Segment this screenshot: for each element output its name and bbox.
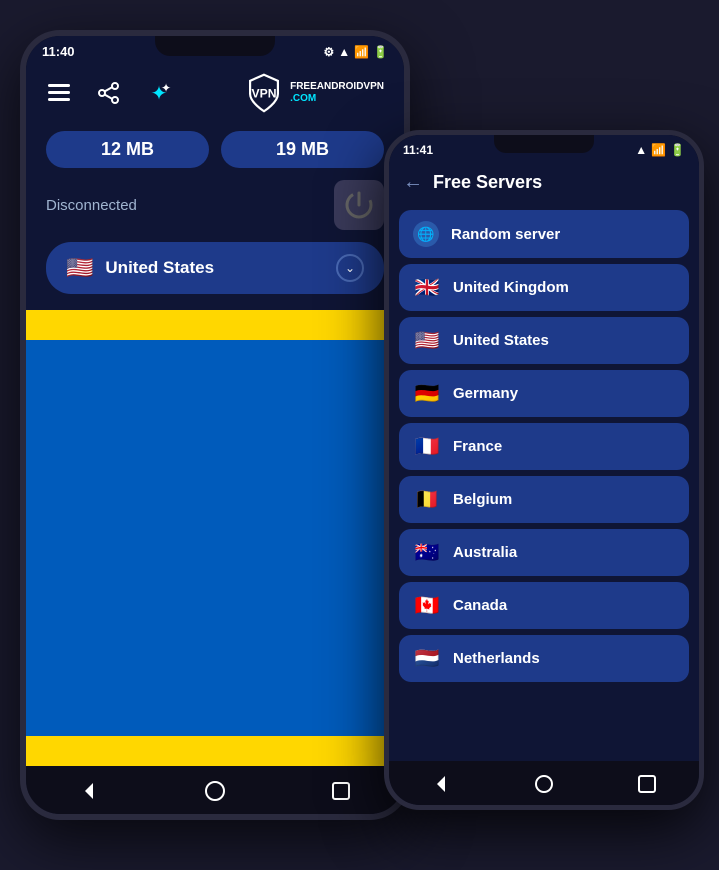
back-nav-phone1[interactable] [74,776,104,806]
status-icons-phone2: ▲ 📶 🔋 [635,143,685,157]
phone1-screen: 11:40 ⚙ ▲ 📶 🔋 [26,36,404,814]
phone2: 11:41 ▲ 📶 🔋 ← Free Servers 🌐 Random serv… [384,130,704,810]
stats-row: 12 MB 19 MB [26,119,404,176]
server-name-ca: Canada [453,597,507,614]
server-name-random: Random server [451,226,560,243]
flag-nl: 🇳🇱 [413,646,441,671]
status-label: Disconnected [46,197,137,214]
logo-area: VPN FREEANDROIDVPN .COM [244,73,384,113]
time-phone2: 11:41 [403,143,433,157]
notch1 [155,36,275,56]
phone1: 11:40 ⚙ ▲ 📶 🔋 [20,30,410,820]
phone2-screen: 11:41 ▲ 📶 🔋 ← Free Servers 🌐 Random serv… [389,135,699,805]
server-item-ca[interactable]: 🇨🇦 Canada [399,582,689,629]
share-icon[interactable] [96,80,122,106]
bottom-nav-phone1 [26,766,404,814]
server-list: 🌐 Random server 🇬🇧 United Kingdom 🇺🇸 Uni… [389,204,699,761]
menu-icon[interactable] [46,80,72,106]
server-name-nl: Netherlands [453,650,540,667]
header-phone2: ← Free Servers [389,165,699,204]
server-item-fr[interactable]: 🇫🇷 France [399,423,689,470]
status-icons-phone1: ⚙ ▲ 📶 🔋 [323,45,388,59]
disconnect-row: Disconnected [26,176,404,242]
flag-ca: 🇨🇦 [413,593,441,618]
power-icon [342,188,376,222]
flag-us: 🇺🇸 [413,328,441,353]
download-stat: 12 MB [46,131,209,168]
server-item-nl[interactable]: 🇳🇱 Netherlands [399,635,689,682]
server-item-be[interactable]: 🇧🇪 Belgium [399,476,689,523]
ukraine-flag-display [26,310,404,766]
server-item-us[interactable]: 🇺🇸 United States [399,317,689,364]
home-nav-phone1[interactable] [200,776,230,806]
ukraine-yellow-stripe [26,310,404,340]
back-arrow-icon[interactable]: ← [403,171,423,194]
time-phone1: 11:40 [42,44,75,59]
logo-shield-icon: VPN [244,73,284,113]
server-name-uk: United Kingdom [453,279,569,296]
server-item-de[interactable]: 🇩🇪 Germany [399,370,689,417]
server-name-us: United States [453,332,549,349]
power-button[interactable] [334,180,384,230]
back-nav-phone2[interactable] [426,769,456,799]
star-icon[interactable]: ✦ ✦ [146,80,172,106]
bottom-nav-phone2 [389,761,699,805]
globe-icon: 🌐 [413,221,439,247]
server-item-uk[interactable]: 🇬🇧 United Kingdom [399,264,689,311]
recent-nav-phone2[interactable] [632,769,662,799]
chevron-down-icon: ⌄ [336,254,364,282]
recent-nav-phone1[interactable] [326,776,356,806]
svg-text:✦: ✦ [161,81,171,95]
server-name-fr: France [453,438,502,455]
country-flag: 🇺🇸 [66,255,93,281]
ukraine-blue-stripe [26,340,404,736]
flag-be: 🇧🇪 [413,487,441,512]
flag-uk: 🇬🇧 [413,275,441,300]
flag-fr: 🇫🇷 [413,434,441,459]
server-name-au: Australia [453,544,517,561]
upload-stat: 19 MB [221,131,384,168]
flag-de: 🇩🇪 [413,381,441,406]
server-item-random[interactable]: 🌐 Random server [399,210,689,258]
server-name-be: Belgium [453,491,512,508]
nav-bar-phone1: ✦ ✦ VPN FREEANDROIDVPN .COM [26,67,404,119]
country-name: United States [105,258,324,278]
server-name-de: Germany [453,385,518,402]
svg-text:VPN: VPN [252,86,277,100]
server-item-au[interactable]: 🇦🇺 Australia [399,529,689,576]
home-nav-phone2[interactable] [529,769,559,799]
notch2 [494,135,594,153]
country-selector[interactable]: 🇺🇸 United States ⌄ [46,242,384,294]
logo-text: FREEANDROIDVPN .COM [290,81,384,105]
flag-au: 🇦🇺 [413,540,441,565]
free-servers-title: Free Servers [433,172,542,193]
ukraine-yellow-stripe2 [26,736,404,766]
